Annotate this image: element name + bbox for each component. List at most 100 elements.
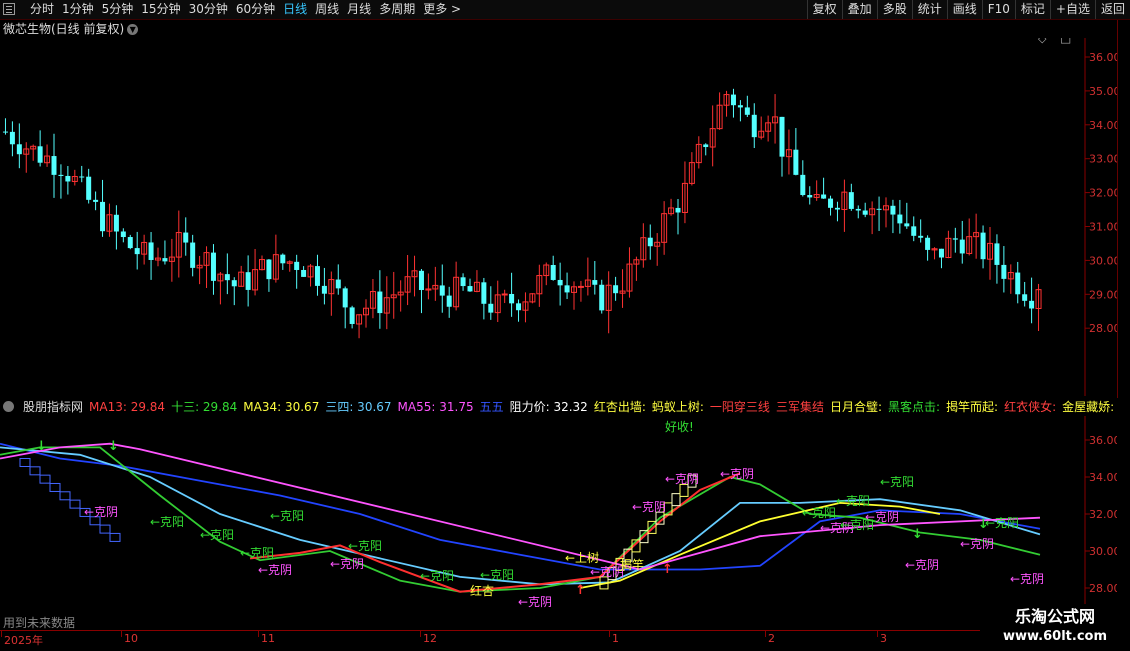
arrow-down-icon: ↓ [978, 517, 989, 532]
action-button-4[interactable]: 画线 [946, 0, 982, 19]
candle-body-down [113, 214, 119, 232]
candle-body-down [509, 293, 515, 304]
price-tick-label-3: 33.00 [1089, 153, 1117, 166]
indicator-menu-icon[interactable] [0, 400, 17, 414]
annotation-label-1: ←克阳 [150, 515, 184, 529]
signal-step-blue [59, 491, 71, 501]
watermark: 乐淘公式网 www.60lt.com [980, 604, 1130, 650]
period-tab-9[interactable]: 多周期 [375, 1, 419, 18]
period-tab-2[interactable]: 5分钟 [98, 1, 138, 18]
stock-title-text: 微芯生物(日线 前复权) [3, 22, 125, 36]
candle-body-down [321, 285, 327, 294]
period-tab-4[interactable]: 30分钟 [185, 1, 232, 18]
candle-body-down [418, 270, 424, 291]
signal-step-blue [109, 532, 121, 542]
candle-body-down [127, 237, 133, 249]
candle-body-down [93, 199, 99, 202]
indicator-item-7: 红杏出墙: [593, 400, 646, 414]
indicator-item-13: 揭竿而起: [946, 400, 999, 414]
candle-body-down [730, 94, 736, 106]
price-tick-label-7: 29.00 [1089, 288, 1117, 301]
candle-body-down [1022, 294, 1028, 301]
annotation-label-8: ←克阳 [420, 569, 454, 583]
arrow-down-icon: ↓ [108, 439, 119, 454]
candle-body-down [210, 252, 216, 281]
indicator-item-4: MA55: 31.75 [397, 400, 474, 414]
date-label-1: 10 [124, 632, 138, 645]
chevron-down-icon[interactable]: ▼ [127, 24, 139, 35]
action-button-5[interactable]: F10 [981, 0, 1015, 19]
action-button-0[interactable]: 复权 [806, 0, 842, 19]
arrow-up-icon: ↑ [662, 562, 673, 577]
date-tick [258, 631, 259, 637]
candle-body-down [592, 280, 598, 285]
price-tick-label-2: 34.00 [1089, 119, 1117, 132]
candle-body-down [280, 254, 286, 264]
candle-body-down [862, 210, 868, 215]
date-label-6: 3 [880, 632, 887, 645]
candle-body-down [224, 274, 230, 281]
candle-body-down [301, 269, 307, 277]
candle-body-down [2, 131, 8, 133]
arrow-down-icon: ↓ [912, 527, 923, 542]
candle-body-down [890, 205, 896, 215]
annotation-label-19: ←克阳 [836, 494, 870, 508]
candle-body-down [245, 272, 251, 290]
period-tab-8[interactable]: 月线 [343, 1, 375, 18]
annotation-label-12: ←克阴 [590, 565, 624, 579]
indicator-item-11: 日月合璧: [829, 400, 882, 414]
price-tick-label-4: 32.00 [1089, 187, 1117, 200]
period-tab-10[interactable]: 更多 > [419, 1, 465, 18]
candle-body-up [577, 285, 584, 288]
candle-body-down [550, 265, 556, 280]
candle-body-down [183, 232, 189, 243]
annotation-label-15: ←克阴 [632, 500, 666, 514]
annotation-label-4: ←克阴 [330, 557, 364, 571]
candlestick-chart[interactable]: 36.00 35.00 34.00 33.00 32.00 31.00 30.00 29.00… [0, 38, 1117, 396]
candle-body-down [516, 303, 522, 311]
period-tab-6[interactable]: 日线 [279, 1, 311, 18]
period-tab-1[interactable]: 1分钟 [58, 1, 98, 18]
line-ma55 [0, 442, 1041, 571]
stock-title[interactable]: 微芯生物(日线 前复权) ▼ [3, 20, 139, 37]
period-tab-0[interactable]: 分时 [26, 1, 58, 18]
candle-body-down [703, 144, 709, 148]
candle-body-down [481, 282, 487, 304]
candle-body-down [938, 248, 944, 258]
candle-body-down [460, 277, 466, 287]
date-label-5: 2 [768, 632, 775, 645]
indicator-name: 股朋指标网 [23, 400, 84, 414]
annotation-label-25: ←克阴 [960, 537, 994, 551]
candle-body-down [918, 235, 924, 238]
price-tick-label-0: 36.00 [1089, 51, 1117, 64]
period-tab-5[interactable]: 60分钟 [232, 1, 279, 18]
candle-body-down [467, 286, 473, 292]
indicator-item-1: 十三: 29.84 [171, 400, 238, 414]
action-buttons: 复权 叠加 多股 统计 画线 F10 标记 +自选 返回 [806, 0, 1130, 19]
indicator-item-9: 一阳穿三线 [709, 400, 770, 414]
period-tab-7[interactable]: 周线 [311, 1, 343, 18]
annotation-label-28: 好收! [665, 420, 694, 434]
annotation-label-16: ←克阴 [665, 472, 699, 486]
date-tick [121, 631, 122, 637]
indicator-chart[interactable]: 36.0034.0032.0030.0028.00←克阴←克阳←克阳←克阳←克阴… [0, 416, 1117, 630]
candle-body-down [1001, 264, 1007, 279]
date-label-3: 12 [423, 632, 437, 645]
action-button-3[interactable]: 统计 [911, 0, 947, 19]
candle-body-down [120, 231, 126, 238]
action-button-1[interactable]: 叠加 [841, 0, 877, 19]
action-button-7[interactable]: +自选 [1049, 0, 1095, 19]
date-axis: 2025年 10 11 12 1 2 3 [0, 630, 1117, 651]
action-button-2[interactable]: 多股 [876, 0, 912, 19]
menu-icon[interactable] [3, 3, 15, 15]
action-button-6[interactable]: 标记 [1014, 0, 1050, 19]
candle-body-down [134, 248, 140, 255]
annotation-label-5: ←克阳 [348, 539, 382, 553]
candle-body-down [65, 175, 71, 182]
candle-body-down [294, 261, 300, 270]
candle-body-down [848, 192, 854, 209]
candle-body-down [904, 223, 910, 227]
action-button-8[interactable]: 返回 [1094, 0, 1130, 19]
annotation-label-23: ←克阴 [865, 510, 899, 524]
period-tab-3[interactable]: 15分钟 [137, 1, 184, 18]
